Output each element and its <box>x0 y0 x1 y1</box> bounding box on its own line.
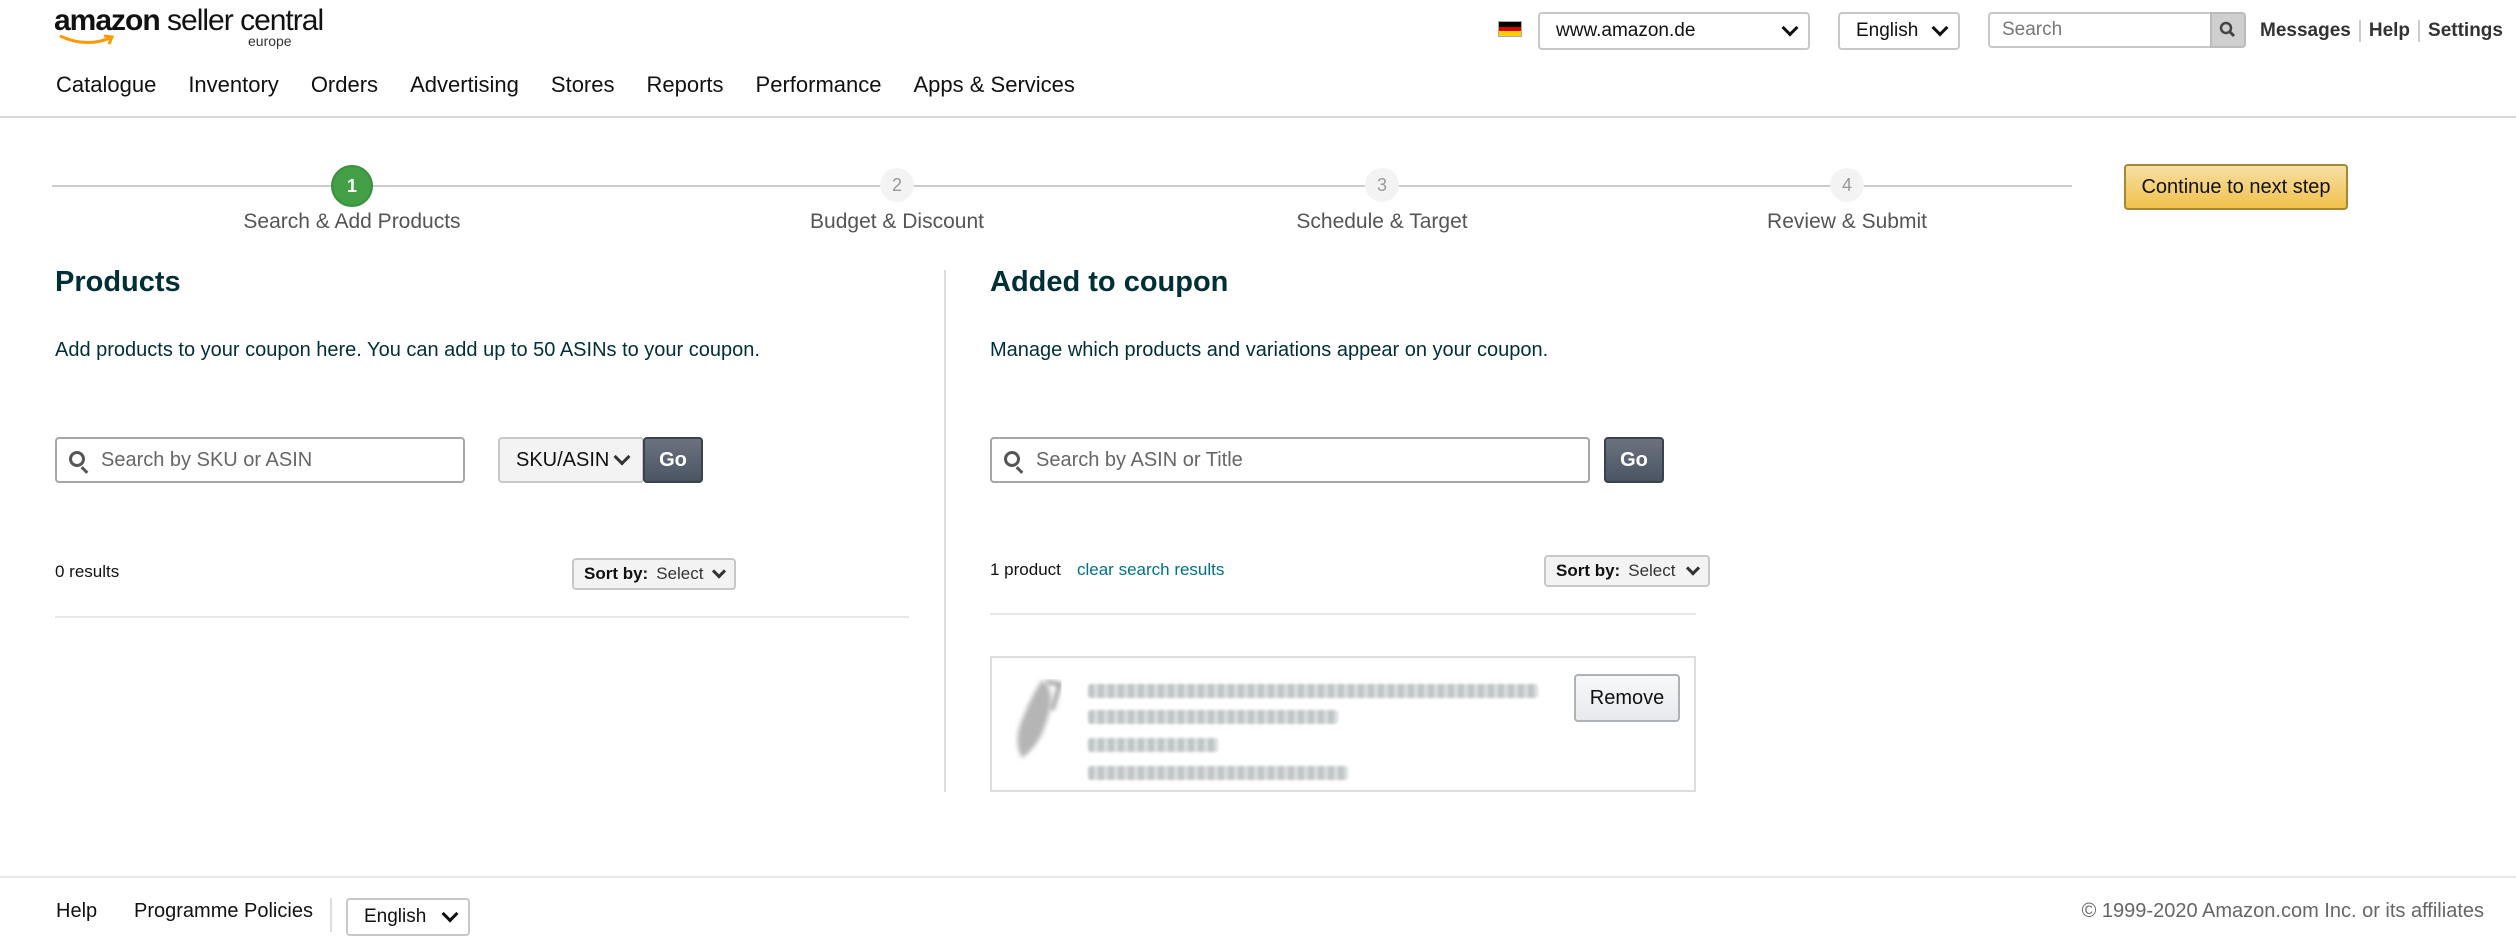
nav-item-performance[interactable]: Performance <box>756 72 882 98</box>
products-go-button[interactable]: Go <box>643 437 703 483</box>
product-thumbnail <box>1017 680 1063 758</box>
products-divider <box>55 616 909 618</box>
marketplace-value: www.amazon.de <box>1556 20 1696 41</box>
step-4-label: Review & Submit <box>1767 210 1927 233</box>
nav-item-inventory[interactable]: Inventory <box>188 72 279 98</box>
sort-label: Sort by: <box>1556 561 1621 580</box>
search-type-dropdown[interactable]: SKU/ASIN <box>498 437 644 483</box>
logo-region: europe <box>248 33 292 49</box>
nav-item-reports[interactable]: Reports <box>647 72 724 98</box>
divider <box>330 898 332 932</box>
step-2-circle: 2 <box>880 168 914 202</box>
main-nav: Catalogue Inventory Orders Advertising S… <box>56 72 1107 98</box>
help-link[interactable]: Help <box>2369 20 2410 42</box>
coupon-product-card: Remove <box>990 656 1696 792</box>
products-description: Add products to your coupon here. You ca… <box>55 339 760 361</box>
nav-item-orders[interactable]: Orders <box>311 72 378 98</box>
redacted-product-asin <box>1088 738 1218 752</box>
footer-language-select[interactable]: English <box>346 898 470 936</box>
step-1-label: Search & Add Products <box>243 210 461 233</box>
seller-central-logo[interactable]: amazon seller central europe <box>54 4 324 50</box>
sku-asin-search-input[interactable]: Search by SKU or ASIN <box>55 437 465 483</box>
chevron-down-icon <box>613 448 631 466</box>
redacted-product-title <box>1088 684 1538 698</box>
redacted-product-title <box>1088 710 1338 724</box>
asin-search-placeholder: Search by ASIN or Title <box>1036 448 1243 471</box>
top-header: amazon seller central europe www.amazon.… <box>0 0 2516 118</box>
step-2-label: Budget & Discount <box>810 210 984 233</box>
remove-product-button[interactable]: Remove <box>1574 674 1680 722</box>
sort-value: Select <box>1628 561 1676 580</box>
coupon-divider <box>990 613 1696 615</box>
marketplace-select[interactable]: www.amazon.de <box>1538 12 1810 50</box>
search-type-value: SKU/ASIN <box>516 448 610 471</box>
products-result-count: 0 results <box>55 562 120 581</box>
chevron-down-icon <box>1685 561 1701 576</box>
settings-link[interactable]: Settings <box>2428 20 2503 42</box>
search-icon <box>2219 21 2236 38</box>
language-value: English <box>1856 20 1919 41</box>
copyright-text: © 1999-2020 Amazon.com Inc. or its affil… <box>2081 900 2484 922</box>
search-icon <box>1004 451 1020 467</box>
footer-divider <box>0 876 2516 878</box>
header-search-input[interactable]: Search <box>1988 12 2212 48</box>
amazon-smile-icon <box>59 34 115 45</box>
continue-button[interactable]: Continue to next step <box>2124 164 2348 210</box>
chevron-down-icon <box>441 905 459 923</box>
step-3-circle: 3 <box>1365 168 1399 202</box>
nav-item-stores[interactable]: Stores <box>551 72 615 98</box>
chevron-down-icon <box>711 564 727 579</box>
nav-item-catalogue[interactable]: Catalogue <box>56 72 156 98</box>
column-divider <box>944 270 946 792</box>
coupon-result-count: 1 product <box>990 560 1061 579</box>
footer-language-value: English <box>364 906 427 927</box>
sku-search-placeholder: Search by SKU or ASIN <box>101 448 313 471</box>
redacted-product-price <box>1088 766 1348 780</box>
step-3-label: Schedule & Target <box>1296 210 1468 233</box>
chevron-down-icon <box>1781 19 1799 37</box>
chevron-down-icon <box>1931 19 1949 37</box>
nav-item-advertising[interactable]: Advertising <box>410 72 519 98</box>
coupon-title: Added to coupon <box>990 266 1229 298</box>
search-icon <box>69 451 85 467</box>
header-links: Messages Help Settings <box>2260 20 2503 42</box>
nav-item-apps-services[interactable]: Apps & Services <box>914 72 1075 98</box>
coupon-description: Manage which products and variations app… <box>990 339 1549 361</box>
divider <box>2418 20 2421 42</box>
footer-help-link[interactable]: Help <box>56 900 97 923</box>
sort-label: Sort by: <box>584 564 649 583</box>
products-sort-dropdown[interactable]: Sort by: Select <box>572 558 736 590</box>
sort-value: Select <box>656 564 704 583</box>
step-4-circle: 4 <box>1830 168 1864 202</box>
asin-title-search-input[interactable]: Search by ASIN or Title <box>990 437 1590 483</box>
step-1-circle: 1 <box>331 165 373 207</box>
language-select[interactable]: English <box>1838 12 1960 50</box>
header-search-placeholder: Search <box>2002 19 2063 40</box>
messages-link[interactable]: Messages <box>2260 20 2351 42</box>
coupon-sort-dropdown[interactable]: Sort by: Select <box>1544 555 1710 587</box>
germany-flag-icon <box>1498 21 1522 37</box>
clear-search-results-link[interactable]: clear search results <box>1077 560 1224 580</box>
coupon-go-button[interactable]: Go <box>1604 437 1664 483</box>
footer-policies-link[interactable]: Programme Policies <box>134 900 313 923</box>
header-search-button[interactable] <box>2210 12 2246 48</box>
products-title: Products <box>55 266 181 298</box>
divider <box>2358 20 2361 42</box>
